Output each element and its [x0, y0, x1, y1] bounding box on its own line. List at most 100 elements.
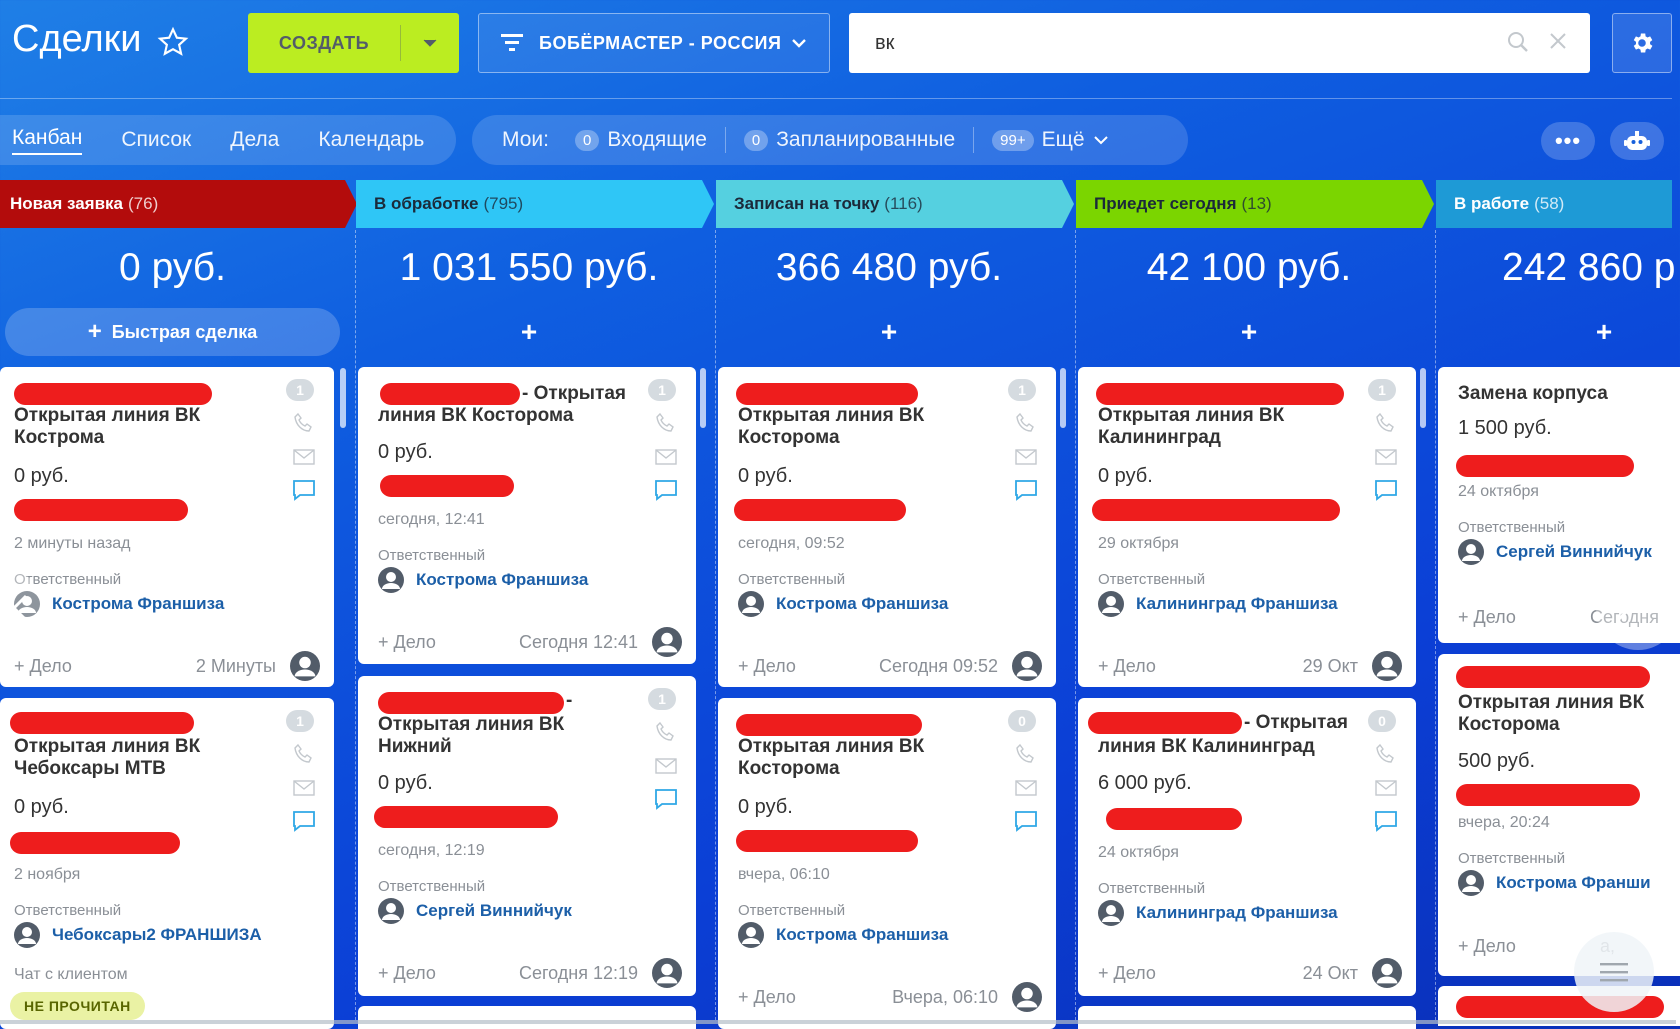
more-filter[interactable]: 99+ Ещё — [992, 128, 1108, 152]
chat-icon[interactable] — [654, 788, 678, 810]
phone-icon[interactable] — [1014, 411, 1038, 435]
deal-card[interactable]: 1 Открытая линия ВК Калининград 0 руб. 2… — [1078, 367, 1416, 687]
create-button[interactable]: СОЗДАТЬ — [248, 13, 459, 73]
user-avatar-icon[interactable] — [1372, 651, 1402, 681]
search-input[interactable] — [875, 31, 1475, 55]
column-header[interactable]: Записан на точку (116) — [716, 180, 1074, 228]
add-deal-button[interactable]: + — [356, 308, 702, 356]
deal-title[interactable]: линия ВК Калининград — [1098, 736, 1348, 758]
add-task-link[interactable]: + Дело — [1458, 936, 1516, 957]
deal-title[interactable]: Открытая линия ВК Косторома — [1458, 692, 1678, 736]
responsible-user[interactable]: Кострома Франшиза — [14, 591, 224, 617]
phone-icon[interactable] — [1374, 742, 1398, 766]
deal-title[interactable]: Открытая линия ВК Калининград — [1098, 405, 1348, 449]
search-box[interactable] — [849, 13, 1590, 73]
deal-title[interactable]: Открытая линия ВК Косторома — [738, 405, 988, 449]
quick-deal-button[interactable]: + Быстрая сделка — [5, 308, 340, 356]
responsible-user[interactable]: Сергей Виннийчук — [1458, 539, 1652, 565]
filter-preset-button[interactable]: БОБЁРМАСТЕР - РОССИЯ — [478, 13, 830, 73]
user-avatar-icon[interactable] — [290, 651, 320, 681]
mail-icon[interactable] — [1014, 447, 1038, 467]
search-icon[interactable] — [1506, 30, 1530, 54]
responsible-user[interactable]: Калининград Франшиза — [1098, 591, 1338, 617]
chat-icon[interactable] — [292, 479, 316, 501]
deal-card[interactable]: 1 Открытая линия ВК Чебоксары МТВ 0 руб.… — [0, 698, 334, 1029]
deal-card[interactable]: - Открытая 0 линия ВК Калининград 6 000 … — [1078, 698, 1416, 996]
user-avatar-icon[interactable] — [1012, 982, 1042, 1012]
user-avatar-icon[interactable] — [1012, 651, 1042, 681]
chat-icon[interactable] — [1014, 810, 1038, 832]
column-scrollbar[interactable] — [1060, 368, 1066, 428]
tab-list[interactable]: Список — [121, 128, 191, 152]
user-avatar-icon[interactable] — [652, 627, 682, 657]
chat-icon[interactable] — [1374, 810, 1398, 832]
tab-tasks[interactable]: Дела — [230, 128, 279, 152]
deal-title[interactable]: Открытая линия ВК Чебоксары МТВ — [14, 736, 264, 780]
add-task-link[interactable]: + Дело — [1458, 607, 1516, 628]
mail-icon[interactable] — [1014, 778, 1038, 798]
horizontal-scrollbar[interactable] — [0, 1020, 1676, 1024]
column-scrollbar[interactable] — [340, 368, 346, 428]
add-deal-button[interactable]: + — [1436, 308, 1680, 356]
responsible-user[interactable]: Кострома Франшиза — [738, 922, 948, 948]
column-header[interactable]: Приедет сегодня (13) — [1076, 180, 1434, 228]
deal-title[interactable]: Открытая линия ВК Нижний — [378, 714, 628, 758]
deal-card[interactable]: 1 Открытая линия ВК Косторома 0 руб. сег… — [718, 367, 1056, 687]
planned-filter[interactable]: 0 Запланированные — [743, 128, 955, 152]
column-scrollbar[interactable] — [1420, 368, 1426, 428]
responsible-user[interactable]: Сергей Виннийчук — [378, 898, 572, 924]
deal-title[interactable]: линия ВК Косторома — [378, 405, 628, 427]
responsible-user[interactable]: Чебоксары2 ФРАНШИЗА — [14, 922, 262, 948]
user-avatar-icon[interactable] — [1372, 958, 1402, 988]
robots-button[interactable] — [1610, 122, 1664, 160]
column-header[interactable]: Новая заявка (76) — [0, 180, 357, 228]
star-icon[interactable] — [157, 26, 189, 58]
responsible-user[interactable]: Калининград Франшиза — [1098, 900, 1338, 926]
mail-icon[interactable] — [654, 756, 678, 776]
incoming-filter[interactable]: 0 Входящие — [574, 128, 707, 152]
add-task-link[interactable]: + Дело — [378, 632, 436, 653]
deal-title[interactable]: Открытая линия ВК Кострома — [14, 405, 264, 449]
add-deal-button[interactable]: + — [1076, 308, 1422, 356]
deal-title[interactable]: Открытая линия ВК Косторома — [738, 736, 988, 780]
chevron-down-icon[interactable] — [401, 38, 459, 48]
phone-icon[interactable] — [654, 411, 678, 435]
tab-kanban[interactable]: Канбан — [12, 126, 83, 155]
deal-title[interactable]: Замена корпуса — [1458, 383, 1680, 405]
add-task-link[interactable]: + Дело — [378, 963, 436, 984]
add-task-link[interactable]: + Дело — [1098, 963, 1156, 984]
add-task-link[interactable]: + Дело — [14, 656, 72, 677]
deal-card[interactable] — [1078, 1006, 1416, 1029]
column-scrollbar[interactable] — [700, 368, 706, 428]
mail-icon[interactable] — [1374, 447, 1398, 467]
column-header[interactable]: В работе (58) — [1436, 180, 1672, 228]
tab-calendar[interactable]: Календарь — [318, 128, 424, 152]
mail-icon[interactable] — [1374, 778, 1398, 798]
deal-card[interactable]: - Открытая 1 линия ВК Косторома 0 руб. с… — [358, 367, 696, 664]
responsible-user[interactable]: Кострома Франшиза — [378, 567, 588, 593]
mail-icon[interactable] — [292, 778, 316, 798]
menu-fab[interactable] — [1574, 932, 1654, 1012]
responsible-user[interactable]: Кострома Франшиза — [738, 591, 948, 617]
chat-icon[interactable] — [292, 810, 316, 832]
settings-button[interactable] — [1612, 13, 1672, 73]
responsible-user[interactable]: Кострома Франши — [1458, 870, 1651, 896]
phone-icon[interactable] — [1374, 411, 1398, 435]
add-task-link[interactable]: + Дело — [1098, 656, 1156, 677]
mail-icon[interactable] — [654, 447, 678, 467]
phone-icon[interactable] — [292, 742, 316, 766]
deal-card[interactable]: 1 Открытая линия ВК Кострома 0 руб. 2 ми… — [0, 367, 334, 687]
user-avatar-icon[interactable] — [652, 958, 682, 988]
more-options-button[interactable]: ••• — [1541, 122, 1595, 160]
deal-card[interactable]: 0 Открытая линия ВК Косторома 0 руб. вче… — [718, 698, 1056, 1029]
add-deal-button[interactable]: + — [716, 308, 1062, 356]
chat-icon[interactable] — [1014, 479, 1038, 501]
add-task-link[interactable]: + Дело — [738, 987, 796, 1008]
scroll-right-button[interactable] — [1596, 566, 1680, 650]
deal-card[interactable]: - 1 Открытая линия ВК Нижний 0 руб. сего… — [358, 676, 696, 996]
chat-icon[interactable] — [654, 479, 678, 501]
close-icon[interactable] — [1548, 31, 1568, 51]
deal-card[interactable]: Открытая линия ВК Косторома 500 руб. вче… — [1438, 654, 1680, 976]
phone-icon[interactable] — [1014, 742, 1038, 766]
phone-icon[interactable] — [654, 720, 678, 744]
